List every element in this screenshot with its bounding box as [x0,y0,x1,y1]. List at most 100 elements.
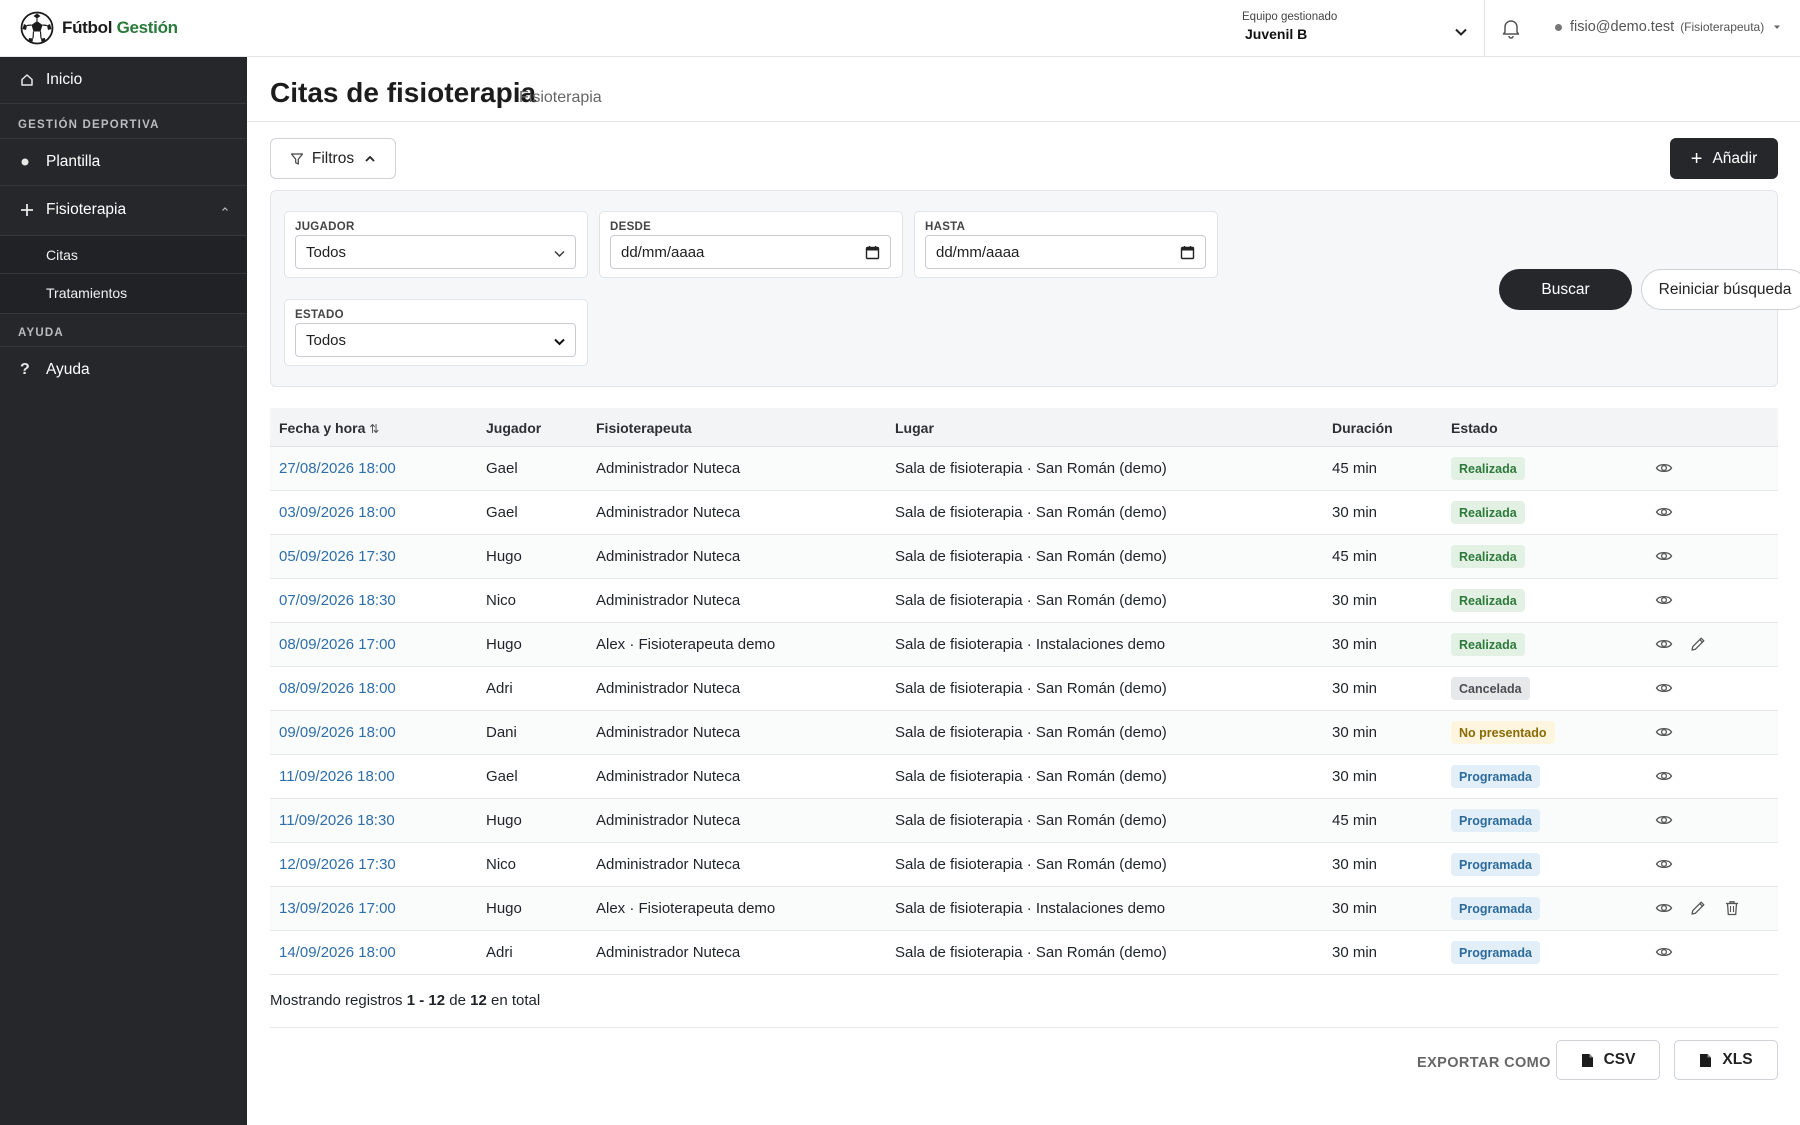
eye-icon[interactable] [1655,811,1673,829]
app-name: Fútbol Gestión [62,18,178,38]
sidebar-item-ayuda[interactable]: ? Ayuda [0,347,247,393]
duration-cell: 30 min [1332,856,1378,873]
trash-icon[interactable] [1723,899,1741,917]
eye-icon[interactable] [1655,591,1673,609]
status-badge: Realizada [1451,501,1525,524]
appointment-date-link[interactable]: 05/09/2026 17:30 [279,548,396,565]
place-cell: Sala de fisioterapia · San Román (demo) [895,592,1167,609]
status-select[interactable]: Todos [295,323,576,357]
eye-icon[interactable] [1655,855,1673,873]
add-button[interactable]: + Añadir [1670,138,1778,179]
user-menu[interactable]: fisio@demo.test (Fisioterapeuta) [1555,19,1782,35]
add-button-label: Añadir [1712,149,1758,167]
user-email: fisio@demo.test [1570,19,1675,35]
eye-icon[interactable] [1655,547,1673,565]
player-cell: Nico [486,592,517,609]
pencil-icon[interactable] [1689,899,1707,917]
appointment-date-link[interactable]: 14/09/2026 18:00 [279,944,396,961]
table-row: 09/09/2026 18:00 Dani Administrador Nuteca… [270,711,1778,755]
sidebar-item-inicio[interactable]: Inicio [0,57,247,103]
physio-cell: Alex · Fisioterapeuta demo [596,636,776,653]
column-header-status: Estado [1451,420,1498,436]
table-row: 07/09/2026 18:30 Nico Administrador Nuteca… [270,579,1778,623]
status-select-value: Todos [306,331,347,349]
reset-search-button[interactable]: Reiniciar búsqueda [1641,269,1800,310]
main-content: Citas de fisioterapia Fisioterapia Filtr… [247,57,1800,1125]
file-icon [1700,1053,1712,1067]
calendar-icon[interactable] [1180,245,1195,260]
eye-icon[interactable] [1655,767,1673,785]
filter-from-label: DESDE [610,221,652,233]
status-badge: Programada [1451,765,1540,788]
bell-icon[interactable] [1500,17,1522,39]
appointment-date-link[interactable]: 12/09/2026 17:30 [279,856,396,873]
pencil-icon[interactable] [1689,635,1707,653]
appointment-date-link[interactable]: 27/08/2026 18:00 [279,460,396,477]
title-divider [247,121,1800,122]
place-cell: Sala de fisioterapia · San Román (demo) [895,768,1167,785]
eye-icon[interactable] [1655,723,1673,741]
duration-cell: 45 min [1332,548,1378,565]
filters-button-label: Filtros [311,149,355,167]
export-csv-button[interactable]: CSV [1556,1040,1660,1080]
appointment-date-link[interactable]: 07/09/2026 18:30 [279,592,396,609]
place-cell: Sala de fisioterapia · San Román (demo) [895,724,1167,741]
appointment-date-link[interactable]: 09/09/2026 18:00 [279,724,396,741]
table-row: 08/09/2026 17:00 Hugo Alex · Fisioterapeut… [270,623,1778,667]
app-name-secondary: Gestión [116,18,178,37]
player-cell: Gael [486,460,518,477]
appointment-date-link[interactable]: 08/09/2026 18:00 [279,680,396,697]
eye-icon[interactable] [1655,635,1673,653]
sidebar-divider [0,185,247,186]
sidebar-item-label: Plantilla [46,153,101,170]
summary-range: 1 - 12 [406,992,446,1009]
appointment-date-link[interactable]: 03/09/2026 18:00 [279,504,396,521]
filters-toggle-button[interactable]: Filtros [270,138,396,179]
appointment-date-link[interactable]: 11/09/2026 18:30 [279,812,395,829]
plus-icon [20,203,42,217]
appointment-date-link[interactable]: 13/09/2026 17:00 [279,900,396,917]
appointment-date-link[interactable]: 11/09/2026 18:00 [279,768,395,785]
calendar-icon[interactable] [865,245,880,260]
search-button[interactable]: Buscar [1499,269,1632,310]
sidebar-item-citas[interactable]: Citas [46,247,78,263]
physio-cell: Administrador Nuteca [596,944,741,961]
page-subtitle: Fisioterapia [519,89,602,106]
sidebar-item-plantilla[interactable]: Plantilla [0,139,247,185]
to-date-input[interactable]: dd/mm/aaaa [925,235,1206,269]
eye-icon[interactable] [1655,943,1673,961]
chevron-down-icon [554,251,565,257]
duration-cell: 45 min [1332,460,1378,477]
table-row: 14/09/2026 18:00 Adri Administrador Nuteca… [270,931,1778,975]
team-selector-label: Equipo gestionado [1242,11,1338,23]
player-cell: Adri [486,680,513,697]
status-dot [1555,23,1562,31]
place-cell: Sala de fisioterapia · San Román (demo) [895,944,1167,961]
status-badge: Realizada [1451,589,1525,612]
eye-icon[interactable] [1655,899,1673,917]
sidebar-item-fisioterapia[interactable]: Fisioterapia [0,187,247,233]
place-cell: Sala de fisioterapia · San Román (demo) [895,460,1167,477]
physio-cell: Administrador Nuteca [596,592,741,609]
physio-cell: Administrador Nuteca [596,856,741,873]
duration-cell: 30 min [1332,636,1378,653]
eye-icon[interactable] [1655,503,1673,521]
sidebar: Inicio GESTIÓN DEPORTIVA Plantilla Fisio… [0,57,247,1125]
team-selector[interactable]: Equipo gestionado Juvenil B [1242,11,1468,45]
appointment-date-link[interactable]: 08/09/2026 17:00 [279,636,396,653]
filter-status: ESTADO Todos [284,299,588,366]
physio-cell: Administrador Nuteca [596,504,741,521]
sidebar-section-help: AYUDA [18,327,64,339]
status-badge: Programada [1451,809,1540,832]
duration-cell: 30 min [1332,724,1378,741]
eye-icon[interactable] [1655,679,1673,697]
from-date-input[interactable]: dd/mm/aaaa [610,235,891,269]
eye-icon[interactable] [1655,459,1673,477]
filter-to: HASTA dd/mm/aaaa [914,211,1218,278]
sidebar-item-tratamientos[interactable]: Tratamientos [46,285,127,301]
export-xls-button[interactable]: XLS [1674,1040,1778,1080]
chevron-down-icon [1455,28,1467,36]
app-logo[interactable]: Fútbol Gestión [20,10,178,46]
player-select[interactable]: Todos [295,235,576,269]
column-header-date[interactable]: Fecha y hora ⇅ [279,420,379,436]
